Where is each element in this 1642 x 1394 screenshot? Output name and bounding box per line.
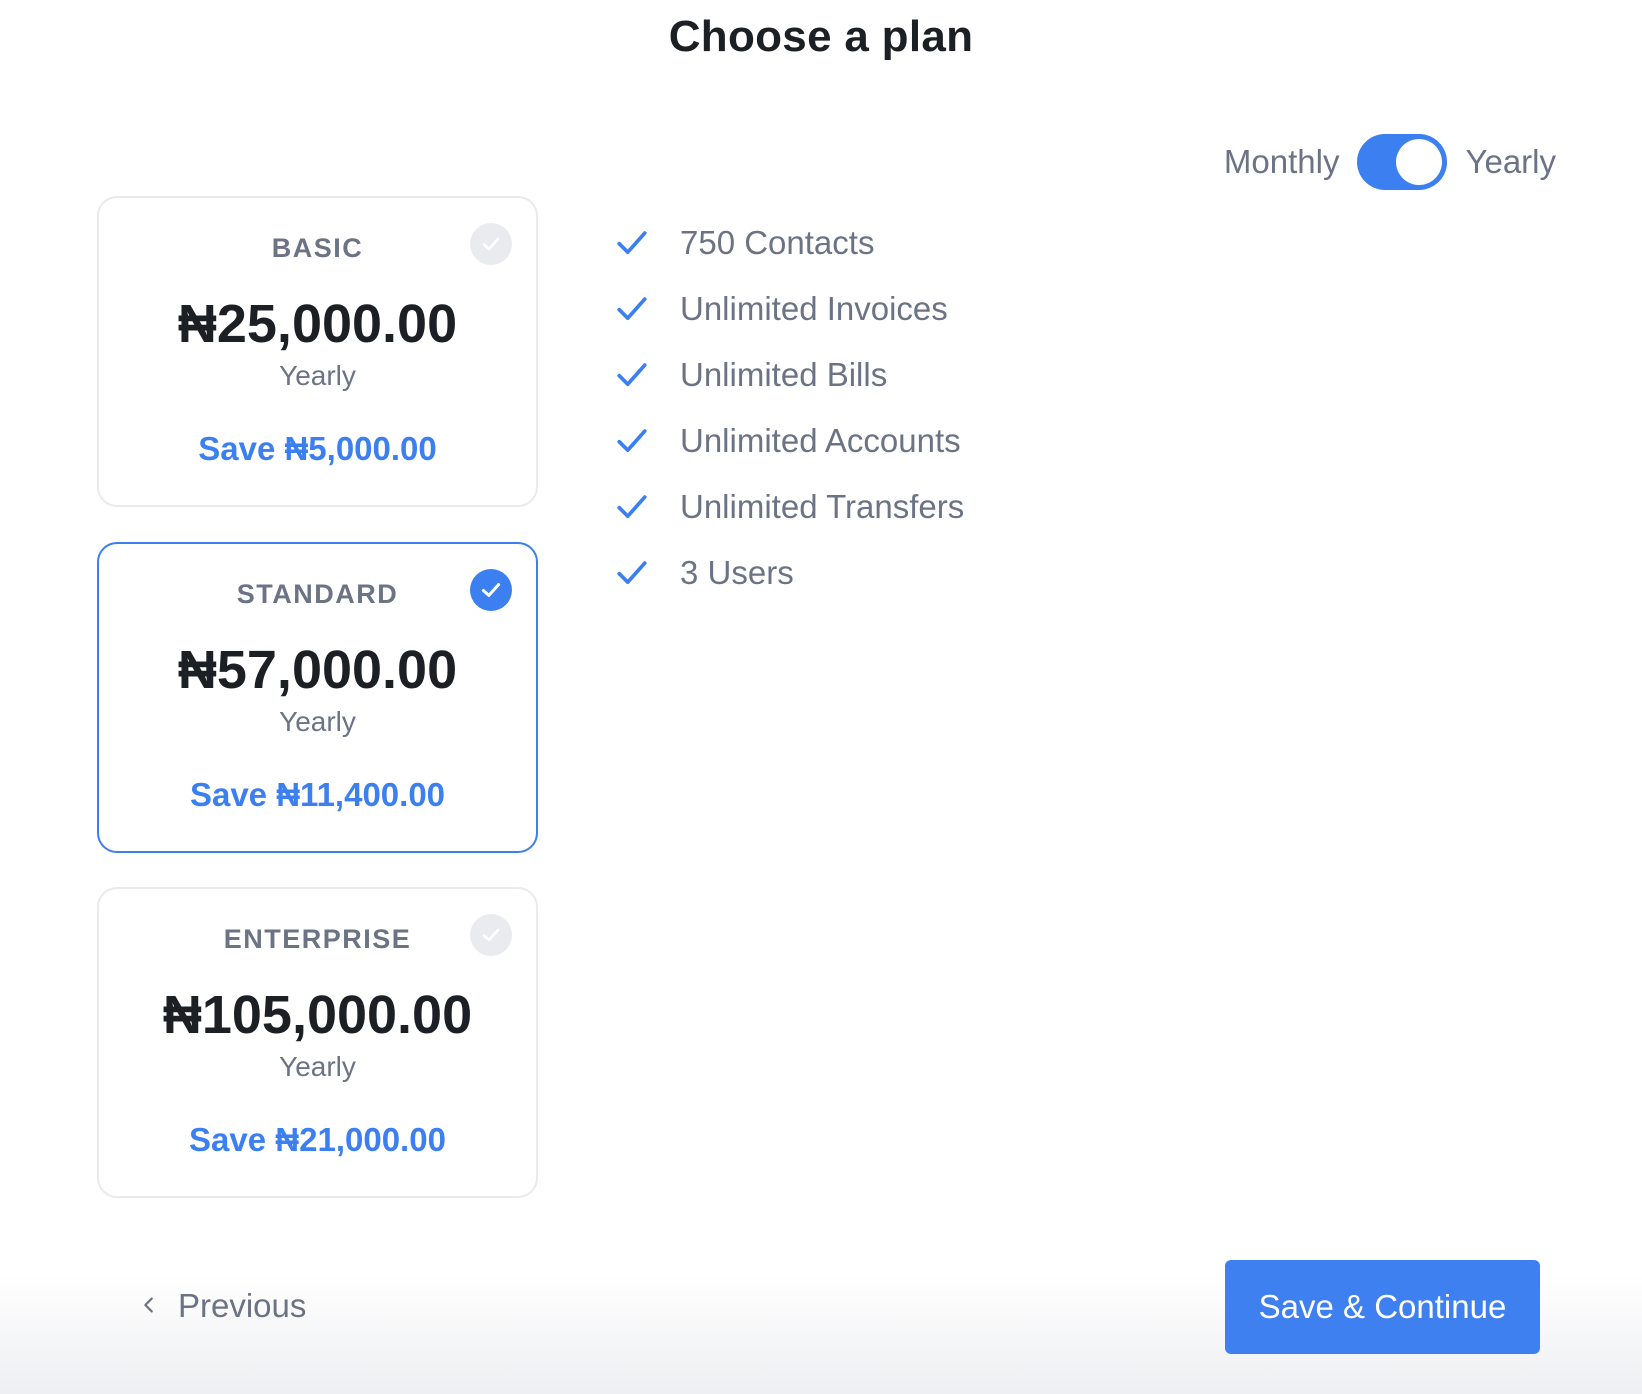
plan-card-basic[interactable]: BASIC ₦25,000.00 Yearly Save ₦5,000.00 bbox=[97, 196, 538, 507]
plan-name: BASIC bbox=[271, 233, 364, 263]
chevron-left-icon bbox=[138, 1294, 160, 1319]
check-icon bbox=[612, 553, 652, 593]
plan-savings: Save ₦5,000.00 bbox=[198, 430, 437, 467]
feature-text: 750 Contacts bbox=[680, 224, 875, 261]
billing-period-switch[interactable] bbox=[1357, 134, 1448, 190]
feature-text: Unlimited Accounts bbox=[680, 422, 961, 459]
feature-item: Unlimited Transfers bbox=[612, 474, 964, 540]
feature-list: 750 Contacts Unlimited Invoices Unlimite… bbox=[612, 210, 964, 606]
plan-name: ENTERPRISE bbox=[223, 924, 412, 954]
check-icon bbox=[612, 421, 652, 461]
feature-text: Unlimited Bills bbox=[680, 356, 888, 393]
plan-period: Yearly bbox=[279, 1051, 356, 1082]
plan-savings: Save ₦21,000.00 bbox=[189, 1121, 446, 1158]
feature-item: 750 Contacts bbox=[612, 210, 964, 276]
feature-text: 3 Users bbox=[680, 554, 794, 591]
check-icon bbox=[612, 289, 652, 329]
feature-item: Unlimited Accounts bbox=[612, 408, 964, 474]
check-icon bbox=[612, 355, 652, 395]
yearly-label[interactable]: Yearly bbox=[1465, 143, 1556, 181]
plan-name: STANDARD bbox=[236, 579, 399, 609]
previous-button[interactable]: Previous bbox=[138, 1287, 306, 1325]
plan-price: ₦105,000.00 bbox=[162, 985, 473, 1045]
plan-period: Yearly bbox=[279, 360, 356, 391]
feature-item: 3 Users bbox=[612, 540, 964, 606]
feature-text: Unlimited Invoices bbox=[680, 290, 948, 327]
plan-period: Yearly bbox=[279, 706, 356, 737]
billing-toggle: Monthly Yearly bbox=[1224, 133, 1556, 191]
feature-text: Unlimited Transfers bbox=[680, 488, 965, 525]
save-continue-button[interactable]: Save & Continue bbox=[1225, 1260, 1540, 1354]
plan-card-standard[interactable]: STANDARD ₦57,000.00 Yearly Save ₦11,400.… bbox=[97, 542, 538, 853]
monthly-label[interactable]: Monthly bbox=[1224, 143, 1340, 181]
plan-price: ₦25,000.00 bbox=[177, 294, 458, 354]
previous-label: Previous bbox=[178, 1287, 307, 1324]
plan-price: ₦57,000.00 bbox=[177, 640, 458, 700]
plan-card-enterprise[interactable]: ENTERPRISE ₦105,000.00 Yearly Save ₦21,0… bbox=[97, 887, 538, 1198]
check-icon bbox=[612, 487, 652, 527]
plan-savings: Save ₦11,400.00 bbox=[189, 776, 446, 813]
feature-item: Unlimited Invoices bbox=[612, 276, 964, 342]
page-title: Choose a plan bbox=[668, 12, 974, 61]
toggle-knob bbox=[1396, 139, 1443, 185]
feature-item: Unlimited Bills bbox=[612, 342, 964, 408]
check-icon bbox=[612, 223, 652, 263]
